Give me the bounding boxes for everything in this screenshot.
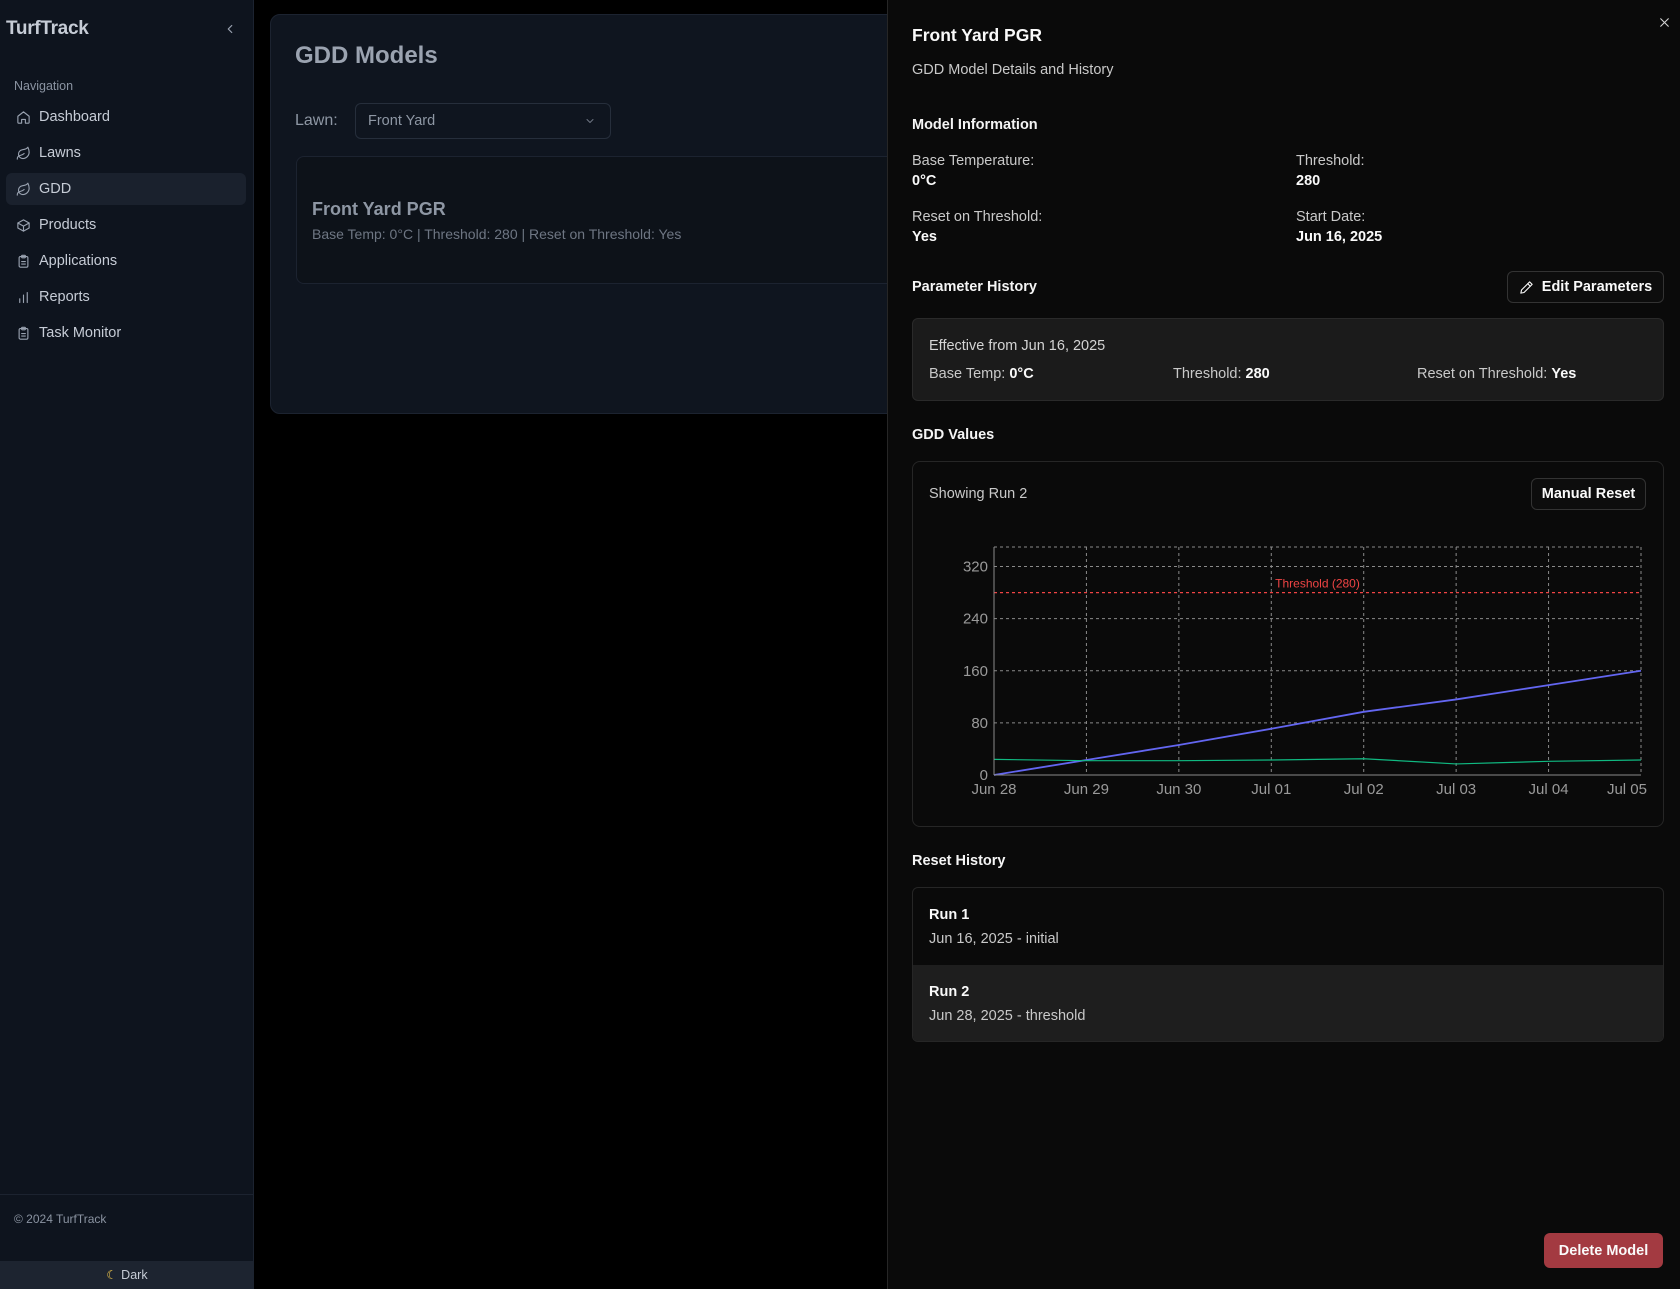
sidebar-item-dashboard[interactable]: Dashboard [6,101,246,133]
x-tick-label: Jul 05 [1607,781,1647,798]
reset-run-label: Run 1 [929,907,970,923]
start-date-label: Start Date: [1296,209,1366,225]
delete-model-button[interactable]: Delete Model [1544,1233,1663,1268]
param-reset: Reset on Threshold: Yes [1417,366,1576,382]
model-card-title: Front Yard PGR [312,199,446,219]
sidebar-item-lawns[interactable]: Lawns [6,137,246,169]
param-base-temp: Base Temp: 0°C [929,366,1034,382]
x-tick-label: Jul 04 [1529,781,1569,798]
manual-reset-label: Manual Reset [1541,486,1636,502]
theme-toggle-button[interactable]: ☾ Dark [0,1261,254,1289]
sidebar-nav: Dashboard Lawns GDD Products Application… [6,101,246,353]
sidebar-item-label: Task Monitor [39,325,122,341]
reset-run-detail: Jun 16, 2025 - initial [929,931,1059,947]
drawer-subtitle: GDD Model Details and History [912,62,1114,78]
parameter-history-heading: Parameter History [912,279,1037,295]
home-icon [15,109,31,125]
param-reset-label: Reset on Threshold: [1417,366,1548,382]
brand-logo[interactable]: TurfTrack [6,18,89,40]
reset-on-threshold-value: Yes [912,229,937,245]
sidebar-item-label: Products [39,217,97,233]
reset-history-item-run-1[interactable]: Run 1 Jun 16, 2025 - initial [913,888,1663,965]
theme-toggle-label: Dark [121,1268,148,1282]
close-icon [1659,17,1669,27]
copyright-text: © 2024 TurfTrack [14,1212,107,1226]
threshold-value: 280 [1296,173,1321,189]
base-temp-label: Base Temperature: [912,153,1035,169]
chevron-left-icon [227,24,233,34]
package-icon [15,217,31,233]
param-base-temp-value: 0°C [1009,366,1034,382]
param-threshold-label: Threshold: [1173,366,1242,382]
x-tick-label: Jul 02 [1344,781,1384,798]
parameter-history-entry [912,318,1664,401]
sidebar-item-label: Applications [39,253,118,269]
sidebar-item-label: Dashboard [39,109,110,125]
leaf-icon [15,145,31,161]
y-tick-label: 320 [963,559,988,576]
close-drawer-button[interactable] [1655,13,1673,31]
sidebar-divider [0,1194,254,1195]
x-tick-label: Jun 28 [971,781,1016,798]
model-card-summary: Base Temp: 0°C | Threshold: 280 | Reset … [312,226,682,242]
pencil-icon [1520,280,1533,294]
y-tick-label: 80 [971,715,988,732]
bar-chart-icon [15,289,31,305]
param-base-temp-label: Base Temp: [929,366,1006,382]
base-temp-value: 0°C [912,173,937,189]
reset-history-heading: Reset History [912,853,1006,869]
nav-heading: Navigation [14,79,74,93]
drawer-title: Front Yard PGR [912,25,1042,45]
sidebar-item-products[interactable]: Products [6,209,246,241]
collapse-sidebar-button[interactable] [220,19,240,39]
lawn-select-value: Front Yard [368,113,436,129]
edit-parameters-button[interactable]: Edit Parameters [1507,271,1664,303]
sidebar-item-label: Lawns [39,145,81,161]
page-title: GDD Models [295,42,438,69]
x-tick-label: Jul 01 [1251,781,1291,798]
x-tick-label: Jun 30 [1156,781,1201,798]
reset-history-list: Run 1 Jun 16, 2025 - initial Run 2 Jun 2… [912,887,1664,1042]
x-tick-label: Jun 29 [1064,781,1109,798]
sidebar: TurfTrack Navigation Dashboard Lawns GDD… [0,0,254,1289]
edit-parameters-label: Edit Parameters [1541,279,1653,295]
delete-model-label: Delete Model [1558,1242,1649,1259]
reset-on-threshold-label: Reset on Threshold: [912,209,1043,225]
threshold-label: Threshold: [1296,153,1365,169]
clipboard-icon [15,253,31,269]
chevron-down-icon [586,119,594,123]
param-reset-value: Yes [1551,366,1577,382]
threshold-label: Threshold (280) [1275,577,1360,591]
sidebar-item-task-monitor[interactable]: Task Monitor [6,317,246,349]
param-threshold: Threshold: 280 [1173,366,1270,382]
sidebar-item-gdd[interactable]: GDD [6,173,246,205]
sidebar-item-label: GDD [39,181,72,197]
manual-reset-button[interactable]: Manual Reset [1531,478,1646,510]
y-tick-label: 160 [963,663,988,680]
model-info-heading: Model Information [912,117,1038,133]
gdd-chart: 080160240320Jun 28 Jun 29 Jun 30 Jul 01 Jul … [963,546,1647,798]
clipboard-icon [15,325,31,341]
sidebar-item-label: Reports [39,289,90,305]
lawn-label: Lawn: [295,112,338,129]
sidebar-item-reports[interactable]: Reports [6,281,246,313]
sidebar-item-applications[interactable]: Applications [6,245,246,277]
showing-run-text: Showing Run 2 [929,486,1028,502]
reset-run-detail: Jun 28, 2025 - threshold [929,1008,1086,1024]
moon-icon: ☾ [106,1268,118,1282]
reset-history-item-run-2[interactable]: Run 2 Jun 28, 2025 - threshold [913,965,1663,1041]
param-effective-date: Effective from Jun 16, 2025 [929,338,1106,354]
start-date-value: Jun 16, 2025 [1296,229,1383,245]
reset-run-label: Run 2 [929,984,970,1000]
y-tick-label: 240 [963,611,988,628]
leaf-icon [15,181,31,197]
x-tick-label: Jul 03 [1436,781,1476,798]
param-threshold-value: 280 [1245,366,1270,382]
gdd-values-heading: GDD Values [912,427,995,443]
lawn-select[interactable]: Front Yard [355,103,611,139]
